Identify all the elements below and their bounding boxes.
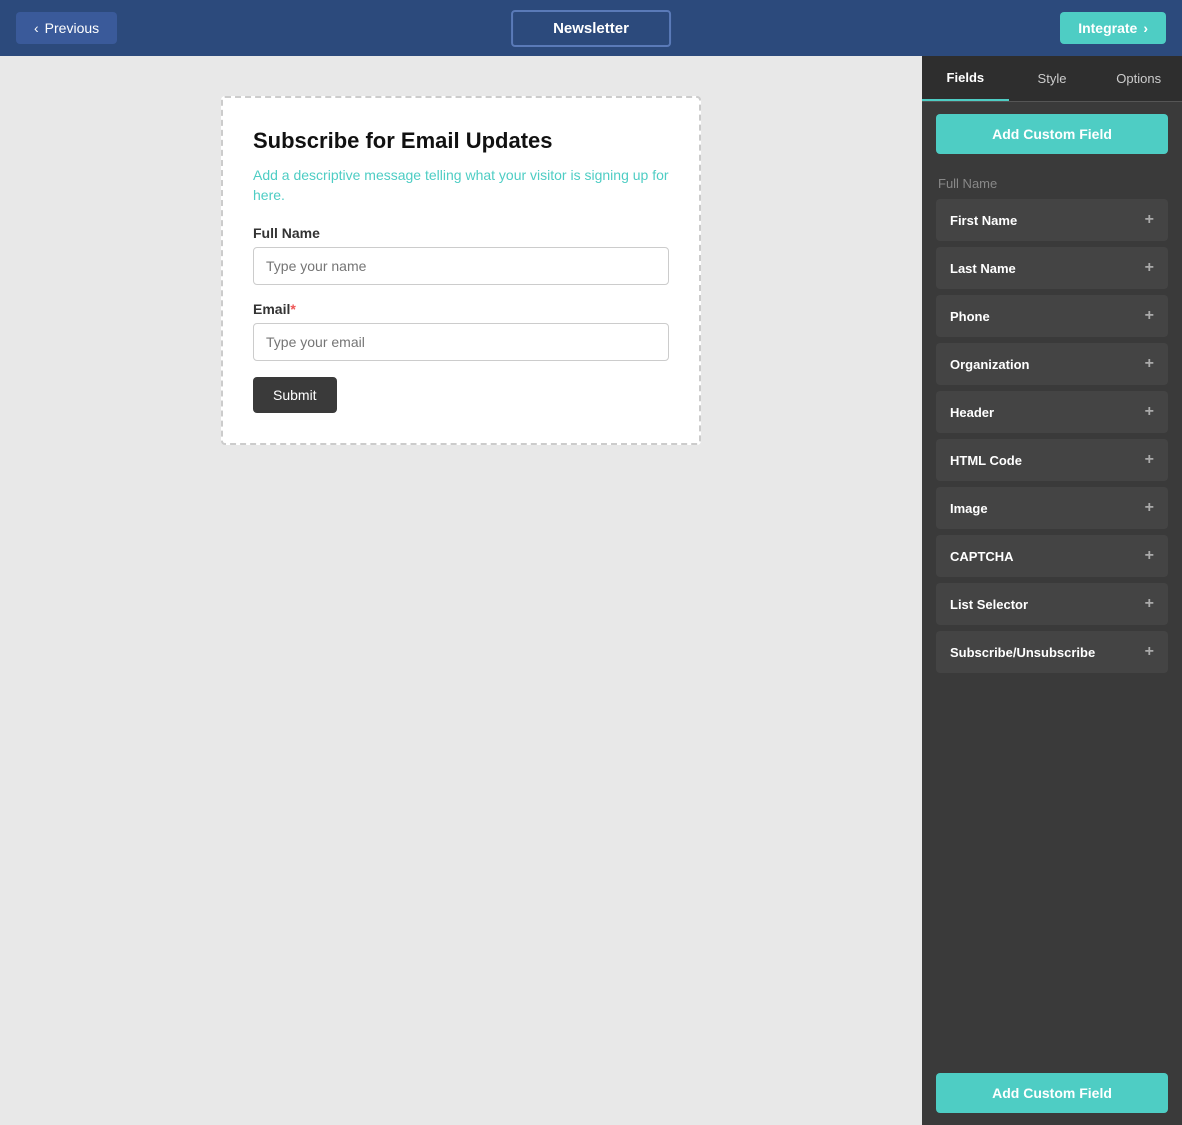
add-custom-top-area: Add Custom Field	[922, 102, 1182, 166]
top-bar-center: Newsletter	[511, 10, 671, 47]
field-item-html-code[interactable]: HTML Code +	[936, 439, 1168, 481]
field-item-html-code-label: HTML Code	[950, 453, 1022, 468]
add-custom-field-button-bottom[interactable]: Add Custom Field	[936, 1073, 1168, 1113]
form-title: Subscribe for Email Updates	[253, 128, 669, 154]
field-item-image-label: Image	[950, 501, 988, 516]
field-item-last-name-label: Last Name	[950, 261, 1016, 276]
field-item-phone[interactable]: Phone +	[936, 295, 1168, 337]
newsletter-button[interactable]: Newsletter	[511, 10, 671, 47]
main-layout: Subscribe for Email Updates Add a descri…	[0, 56, 1182, 1125]
add-custom-bottom-area: Add Custom Field	[922, 1061, 1182, 1125]
field-item-first-name[interactable]: First Name +	[936, 199, 1168, 241]
full-name-input[interactable]	[253, 247, 669, 285]
description-text-1: Add a descriptive message tel	[253, 167, 440, 183]
field-item-captcha[interactable]: CAPTCHA +	[936, 535, 1168, 577]
field-item-list-selector-label: List Selector	[950, 597, 1028, 612]
chevron-left-icon: ‹	[34, 20, 39, 36]
add-organization-icon[interactable]: +	[1145, 355, 1154, 373]
field-item-header[interactable]: Header +	[936, 391, 1168, 433]
field-item-organization[interactable]: Organization +	[936, 343, 1168, 385]
field-items-list: First Name + Last Name + Phone + Organiz…	[922, 199, 1182, 1061]
field-item-phone-label: Phone	[950, 309, 990, 324]
email-input[interactable]	[253, 323, 669, 361]
field-item-captcha-label: CAPTCHA	[950, 549, 1014, 564]
previous-button[interactable]: ‹ Previous	[16, 12, 117, 44]
previous-label: Previous	[45, 20, 99, 36]
field-item-list-selector[interactable]: List Selector +	[936, 583, 1168, 625]
add-phone-icon[interactable]: +	[1145, 307, 1154, 325]
form-card: Subscribe for Email Updates Add a descri…	[221, 96, 701, 445]
form-description: Add a descriptive message telling what y…	[253, 166, 669, 205]
tab-style[interactable]: Style	[1009, 56, 1096, 101]
full-name-section-label: Full Name	[922, 166, 1182, 199]
add-captcha-icon[interactable]: +	[1145, 547, 1154, 565]
field-item-first-name-label: First Name	[950, 213, 1017, 228]
sidebar-tabs: Fields Style Options	[922, 56, 1182, 102]
description-highlight: ling	[440, 167, 462, 183]
field-item-last-name[interactable]: Last Name +	[936, 247, 1168, 289]
top-bar: ‹ Previous Newsletter Integrate ›	[0, 0, 1182, 56]
add-html-code-icon[interactable]: +	[1145, 451, 1154, 469]
add-last-name-icon[interactable]: +	[1145, 259, 1154, 277]
field-item-organization-label: Organization	[950, 357, 1029, 372]
integrate-button[interactable]: Integrate ›	[1060, 12, 1166, 44]
add-image-icon[interactable]: +	[1145, 499, 1154, 517]
email-label: Email*	[253, 301, 669, 317]
full-name-label: Full Name	[253, 225, 669, 241]
field-item-image[interactable]: Image +	[936, 487, 1168, 529]
tab-fields[interactable]: Fields	[922, 56, 1009, 101]
chevron-right-icon: ›	[1143, 20, 1148, 36]
tab-options[interactable]: Options	[1095, 56, 1182, 101]
field-item-subscribe-unsubscribe[interactable]: Subscribe/Unsubscribe +	[936, 631, 1168, 673]
integrate-label: Integrate	[1078, 20, 1137, 36]
add-first-name-icon[interactable]: +	[1145, 211, 1154, 229]
sidebar: Fields Style Options Add Custom Field Fu…	[922, 56, 1182, 1125]
canvas-area: Subscribe for Email Updates Add a descri…	[0, 56, 922, 1125]
email-required-marker: *	[290, 301, 295, 317]
submit-button[interactable]: Submit	[253, 377, 337, 413]
add-subscribe-unsubscribe-icon[interactable]: +	[1145, 643, 1154, 661]
field-item-header-label: Header	[950, 405, 994, 420]
add-custom-field-button-top[interactable]: Add Custom Field	[936, 114, 1168, 154]
add-list-selector-icon[interactable]: +	[1145, 595, 1154, 613]
field-item-subscribe-unsubscribe-label: Subscribe/Unsubscribe	[950, 645, 1095, 660]
add-header-icon[interactable]: +	[1145, 403, 1154, 421]
